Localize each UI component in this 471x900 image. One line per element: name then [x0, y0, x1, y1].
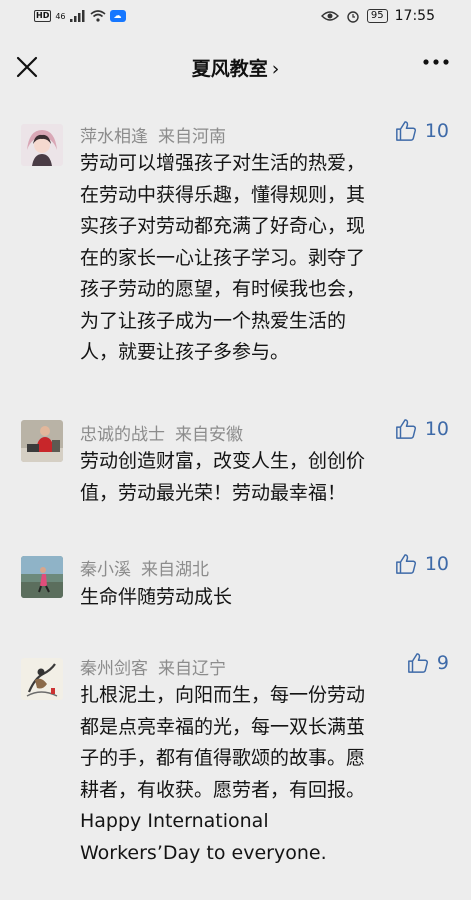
author-location: 来自安徽	[175, 425, 243, 445]
text-line: 都是点亮幸福的光，每一双长满茧	[80, 715, 366, 738]
comment-text: 生命伴随劳动成长	[80, 582, 450, 614]
eye-icon	[320, 11, 339, 21]
text-line: 扎根泥土，向阳而生，每一份劳动	[80, 684, 366, 706]
status-left: HD 46 ☁	[34, 10, 126, 22]
like-button[interactable]: 10	[395, 120, 449, 142]
like-count: 10	[424, 418, 449, 440]
author-name[interactable]: 秦州剑客	[80, 659, 148, 679]
text-line: 在劳动中获得乐趣，懂得规则，其	[80, 183, 366, 206]
comment-text: 扎根泥土，向阳而生，每一份劳动 都是点亮幸福的光，每一双长满茧 子的手，都有值得…	[80, 680, 450, 869]
author-location: 来自辽宁	[158, 659, 226, 679]
text-line: 为了让孩子成为一个热爱生活的	[80, 309, 347, 332]
chevron-right-icon: ›	[271, 58, 280, 80]
like-count: 10	[424, 553, 449, 575]
like-button[interactable]: 9	[407, 652, 449, 674]
title-bar: 夏风教室 ›	[0, 36, 471, 98]
author-name[interactable]: 秦小溪	[80, 560, 131, 580]
text-line: 子的手，都有值得歌颂的故事。愿	[80, 747, 366, 769]
author-location: 来自湖北	[141, 560, 209, 580]
page-title-text: 夏风教室	[191, 58, 268, 80]
comment-text: 劳动创造财富，改变人生，创创价 值，劳动最光荣！劳动最幸福！	[80, 446, 450, 509]
text-line: Workers’Day to everyone.	[80, 841, 327, 864]
cloud-icon: ☁	[109, 10, 126, 22]
thumbs-up-icon	[395, 419, 416, 439]
text-line: 耕者，有收获。愿劳者，有回报。	[80, 778, 366, 801]
text-line: 劳动可以增强孩子对生活的热爱，	[80, 152, 366, 174]
battery-icon: 95	[366, 9, 388, 23]
avatar[interactable]	[21, 556, 63, 598]
status-right: 95 17:55	[320, 8, 435, 24]
avatar[interactable]	[21, 420, 63, 462]
text-line: 生命伴随劳动成长	[80, 586, 233, 608]
thumbs-up-icon	[395, 554, 416, 574]
more-icon[interactable]	[423, 58, 449, 66]
author-name[interactable]: 忠诚的战士	[80, 425, 165, 445]
like-count: 9	[436, 652, 449, 674]
like-count: 10	[424, 120, 449, 142]
comment-author: 萍水相逢 来自河南	[80, 122, 226, 147]
network-type: 46	[55, 11, 66, 21]
text-line: 孩子劳动的愿望，有时候我也会，	[80, 278, 366, 300]
comment-author: 忠诚的战士 来自安徽	[80, 420, 243, 445]
like-button[interactable]: 10	[395, 418, 449, 440]
comment-author: 秦州剑客 来自辽宁	[80, 654, 226, 679]
text-line: 实孩子对劳动都充满了好奇心，现	[80, 215, 366, 237]
wifi-icon	[90, 10, 106, 22]
signal-icon	[69, 10, 85, 22]
text-line: 人，就要让孩子多参与。	[80, 341, 290, 363]
hd-indicator: HD	[34, 10, 52, 22]
text-line: 劳动创造财富，改变人生，创创价	[80, 450, 366, 472]
clock: 17:55	[394, 8, 435, 24]
alarm-icon	[347, 11, 359, 23]
text-line: 在的家长一心让孩子学习。剥夺了	[80, 246, 366, 269]
author-location: 来自河南	[158, 127, 226, 147]
thumbs-up-icon	[408, 653, 428, 673]
avatar[interactable]	[21, 124, 63, 166]
status-bar: HD 46 ☁ 95 17:55	[0, 0, 471, 36]
avatar[interactable]	[21, 658, 63, 700]
author-name[interactable]: 萍水相逢	[80, 127, 148, 147]
thumbs-up-icon	[395, 121, 416, 141]
comment-text: 劳动可以增强孩子对生活的热爱， 在劳动中获得乐趣，懂得规则，其 实孩子对劳动都充…	[80, 148, 450, 369]
comment-author: 秦小溪 来自湖北	[80, 555, 209, 580]
like-button[interactable]: 10	[395, 553, 449, 575]
page-title[interactable]: 夏风教室 ›	[0, 54, 471, 81]
text-line: 值，劳动最光荣！劳动最幸福！	[80, 481, 347, 504]
text-line: Happy International	[80, 810, 269, 832]
